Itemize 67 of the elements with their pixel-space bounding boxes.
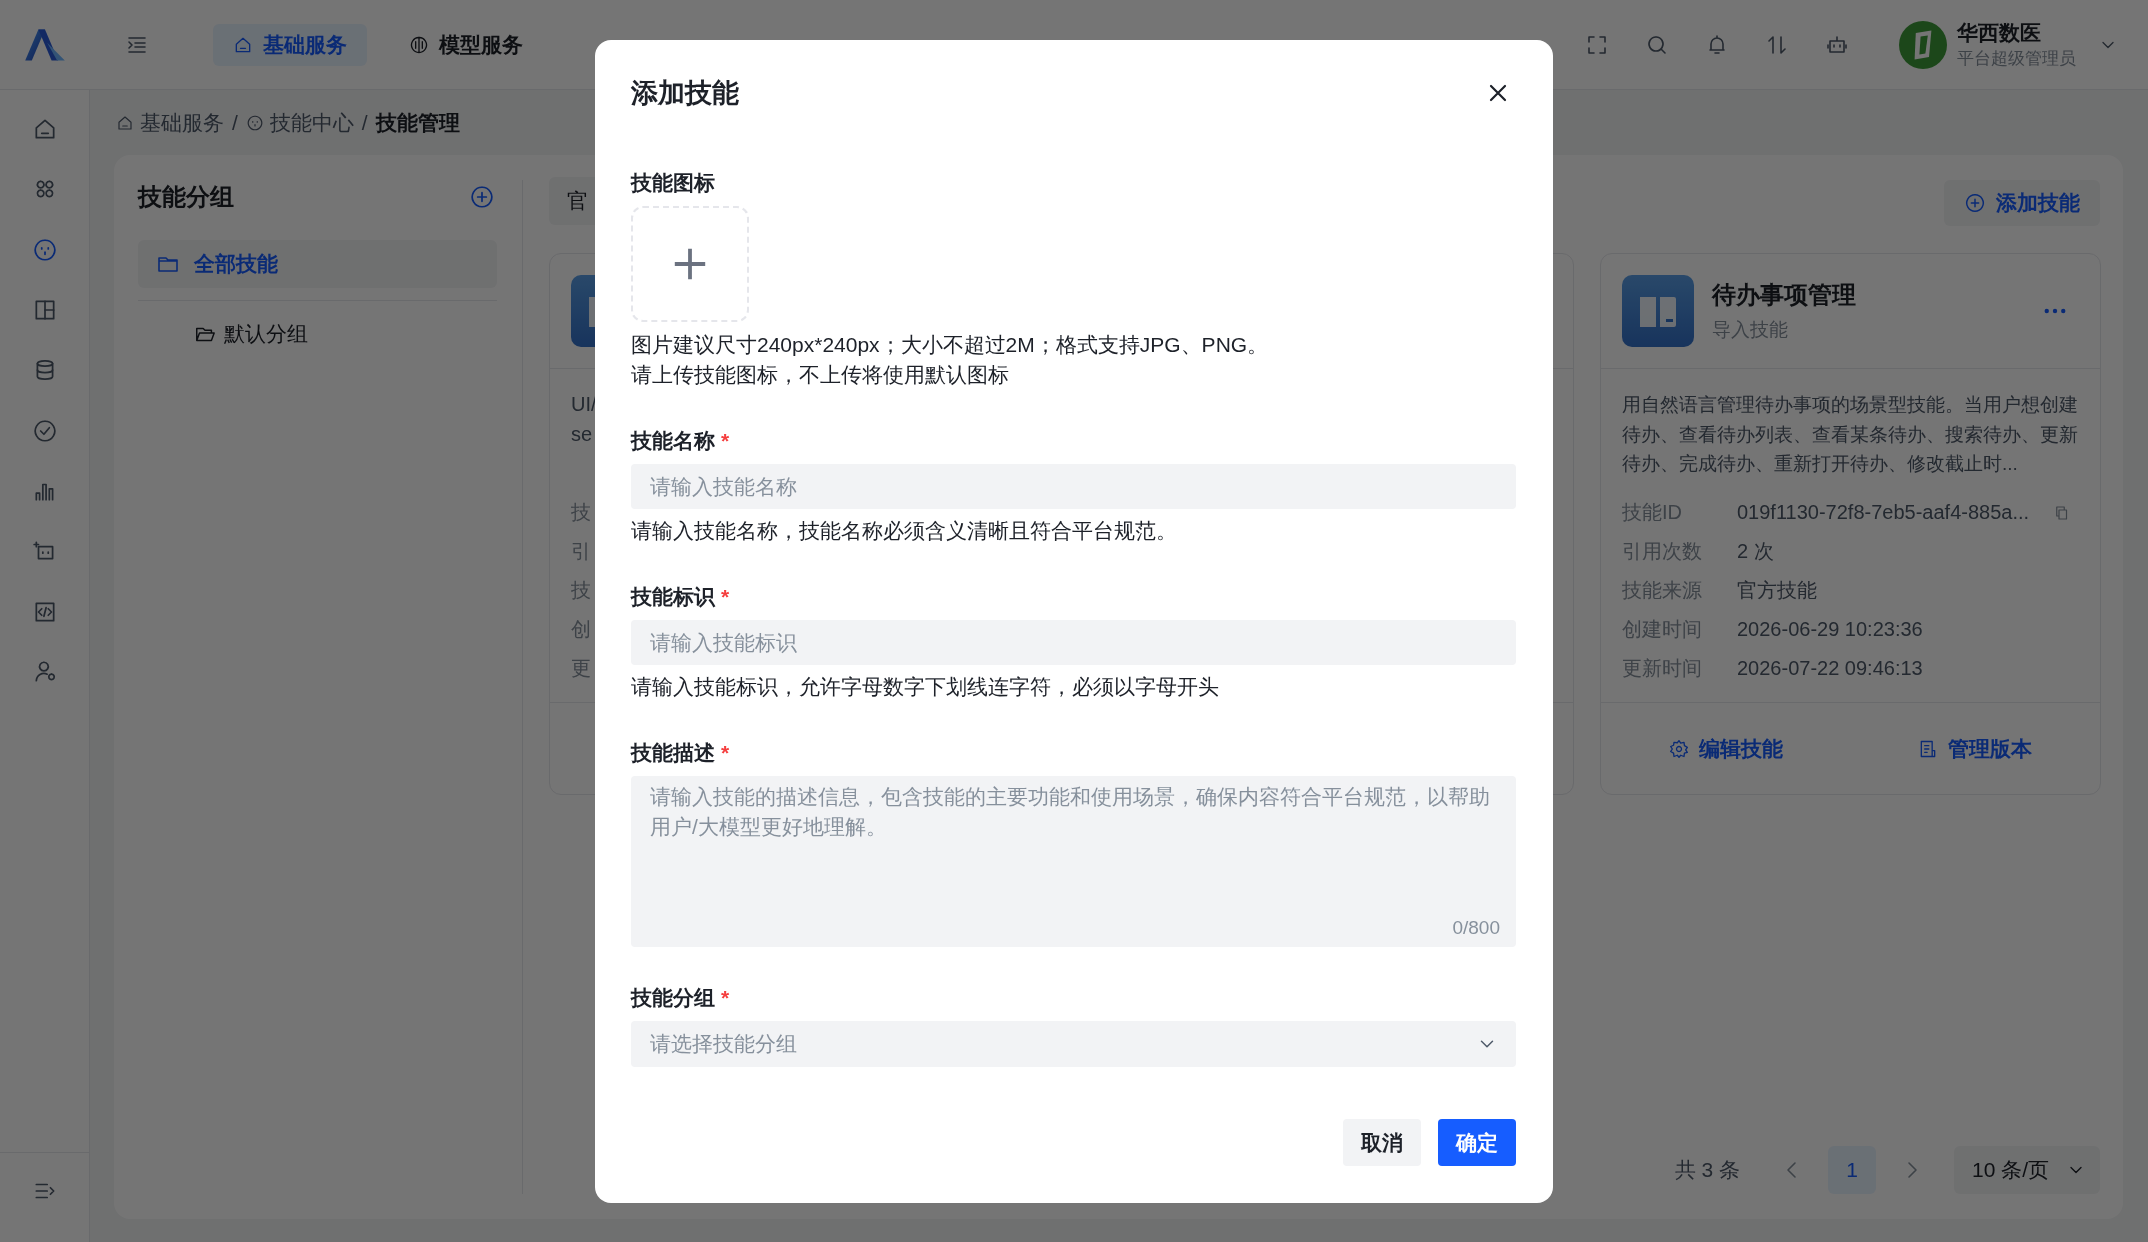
add-skill-button[interactable]: 添加技能 xyxy=(1944,180,2100,226)
avatar-icon[interactable] xyxy=(1899,20,1947,69)
field-label: 引用次数 xyxy=(1622,539,1702,564)
panel-title: 技能分组 xyxy=(138,182,234,212)
card-action-link[interactable]: 管理版本 xyxy=(1912,733,2039,764)
field-label: 创 xyxy=(571,617,591,642)
cancel-button[interactable]: 取消 xyxy=(1343,1119,1421,1166)
field-label: 技能名称 xyxy=(631,428,715,454)
more-icon[interactable] xyxy=(2044,308,2066,314)
field-label: 技能图标 xyxy=(631,170,715,196)
check-circle-icon[interactable] xyxy=(31,417,58,444)
skill-description: 用自然语言管理待办事项的场景型技能。当用户想创建待办、查看待办列表、查看某条待办、搜索待办、更新待办、完成待办、重新打开待办、修改截止时... xyxy=(1622,393,2079,476)
confirm-button[interactable]: 确定 xyxy=(1438,1119,1516,1166)
field-value: 2026-06-29 10:23:36 xyxy=(1737,618,1923,641)
field-help: 请输入技能名称，技能名称必须含义清晰且符合平台规范。 xyxy=(631,518,1178,544)
required-mark: * xyxy=(721,428,730,454)
field-label: 技能标识 xyxy=(631,584,715,610)
field-label: 技能ID xyxy=(1622,500,1682,525)
skill-description: se xyxy=(571,421,593,447)
model-icon xyxy=(409,34,429,55)
skill-description: UI/ xyxy=(571,392,597,417)
required-mark: * xyxy=(721,584,730,610)
skill-title: 待办事项管理 xyxy=(1712,280,1856,310)
input-field[interactable]: 请输入技能名称 xyxy=(631,464,1516,509)
group-item[interactable]: 全部技能 xyxy=(138,240,497,288)
card-action-link[interactable]: 编辑技能 xyxy=(1662,733,1789,764)
field-value: 官方技能 xyxy=(1737,578,1817,603)
group-select[interactable]: 请选择技能分组 xyxy=(631,1021,1516,1067)
breadcrumb-current: 技能管理 xyxy=(375,109,460,136)
required-mark: * xyxy=(721,985,730,1011)
description-field[interactable]: 请输入技能的描述信息，包含技能的主要功能和使用场景，确保内容符合平台规范，以帮助用户/大模型更好地理解。 0/800 xyxy=(631,776,1516,947)
dialog-title: 添加技能 xyxy=(631,77,739,110)
field-label: 技 xyxy=(571,500,591,525)
group-item[interactable]: 默认分组 xyxy=(138,310,497,358)
breadcrumb-separator: / xyxy=(361,110,368,135)
field-value: 2026-07-22 09:46:13 xyxy=(1737,657,1923,680)
field-label: 技能分组 xyxy=(631,985,715,1011)
character-counter: 0/800 xyxy=(1452,917,1500,939)
user-name: 华西数医 xyxy=(1957,20,2042,46)
top-nav-tab[interactable]: 基础服务 xyxy=(213,23,367,66)
skill-type: 导入技能 xyxy=(1712,318,1789,342)
upload-hint: 请上传技能图标，不上传将使用默认图标 xyxy=(631,362,1010,388)
total-count: 共 3 条 xyxy=(1674,1157,1740,1183)
field-label: 更 xyxy=(571,656,591,681)
field-value: 019f1130-72f8-7eb5-aaf4-885a... xyxy=(1737,501,2030,524)
add-group-icon[interactable] xyxy=(469,184,495,210)
field-help: 请输入技能标识，允许字母数字下划线连字符，必须以字母开头 xyxy=(631,674,1220,700)
input-field[interactable]: 请输入技能标识 xyxy=(631,620,1516,665)
field-value: 2 次 xyxy=(1737,539,1774,564)
breadcrumb-link[interactable]: 基础服务 xyxy=(116,108,224,137)
book-icon xyxy=(1622,275,1694,347)
breadcrumb-separator: / xyxy=(232,110,238,135)
required-mark: * xyxy=(721,740,730,766)
page-button[interactable]: 1 xyxy=(1828,1146,1876,1194)
page-size-select[interactable]: 10 条/页 xyxy=(1954,1146,2100,1194)
field-label: 技能来源 xyxy=(1622,578,1702,603)
gear-icon xyxy=(1668,738,1689,759)
field-label: 技 xyxy=(571,578,591,603)
field-label: 创建时间 xyxy=(1622,617,1702,642)
upload-hint: 图片建议尺寸240px*240px；大小不超过2M；格式支持JPG、PNG。 xyxy=(631,332,1270,358)
field-label: 引 xyxy=(571,539,591,564)
skill-icon xyxy=(245,113,264,132)
top-nav-tab[interactable]: 模型服务 xyxy=(389,23,543,66)
breadcrumb-link[interactable]: 技能中心 xyxy=(245,108,354,137)
field-label: 更新时间 xyxy=(1622,656,1702,681)
skill-icon[interactable] xyxy=(31,236,58,263)
field-label: 技能描述 xyxy=(631,740,715,766)
